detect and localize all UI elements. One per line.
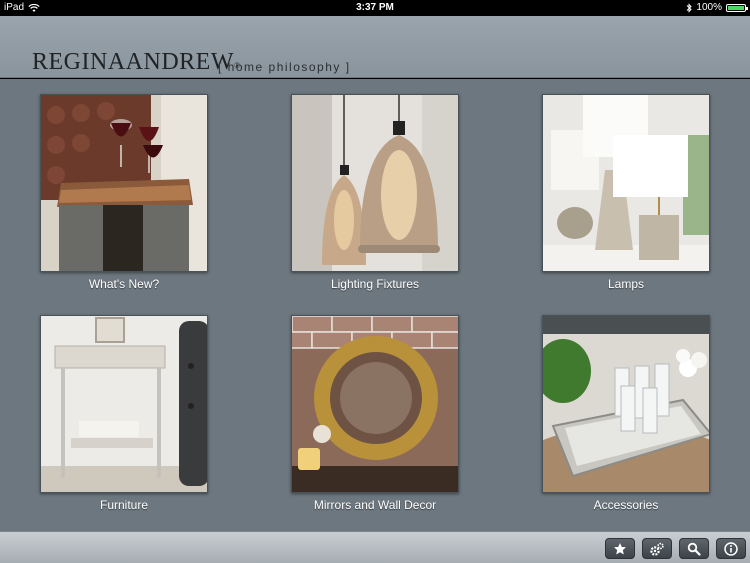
category-tile-furniture[interactable]	[40, 315, 208, 493]
search-icon	[687, 542, 701, 556]
accessories-image	[543, 316, 709, 492]
bluetooth-icon	[687, 3, 693, 13]
star-icon	[614, 542, 626, 554]
status-time: 3:37 PM	[356, 2, 394, 13]
lighting-fixtures-image	[292, 95, 458, 271]
gear-icon	[650, 542, 664, 556]
category-label-lighting-fixtures[interactable]: Lighting Fixtures	[275, 277, 475, 291]
settings-button[interactable]	[642, 538, 672, 559]
info-icon	[724, 541, 738, 556]
category-tile-mirrors-wall-decor[interactable]	[291, 315, 459, 493]
whats-new-image	[41, 95, 207, 271]
furniture-image	[41, 316, 207, 492]
favorites-button[interactable]	[605, 538, 635, 559]
category-label-accessories[interactable]: Accessories	[526, 498, 726, 512]
category-tile-whats-new[interactable]	[40, 94, 208, 272]
category-label-lamps[interactable]: Lamps	[526, 277, 726, 291]
category-label-furniture[interactable]: Furniture	[24, 498, 224, 512]
category-grid: What's New? Lighting Fixtures Lamps Furn…	[0, 79, 750, 531]
status-bar: iPad 3:37 PM 100%	[0, 0, 750, 16]
app-header: REGINAANDREW® [ home philosophy ]	[0, 16, 750, 78]
category-label-mirrors-wall-decor[interactable]: Mirrors and Wall Decor	[275, 498, 475, 512]
battery-icon	[726, 4, 748, 12]
category-label-whats-new[interactable]: What's New?	[24, 277, 224, 291]
brand-logo: REGINAANDREW®	[32, 49, 241, 75]
lamps-image	[543, 95, 709, 271]
category-tile-lamps[interactable]	[542, 94, 710, 272]
mirrors-wall-decor-image	[292, 316, 458, 492]
search-button[interactable]	[679, 538, 709, 559]
brand-tagline: [ home philosophy ]	[218, 60, 351, 74]
battery-percent: 100%	[696, 2, 722, 13]
bottom-toolbar	[0, 531, 750, 563]
category-tile-lighting-fixtures[interactable]	[291, 94, 459, 272]
info-button[interactable]	[716, 538, 746, 559]
category-tile-accessories[interactable]	[542, 315, 710, 493]
